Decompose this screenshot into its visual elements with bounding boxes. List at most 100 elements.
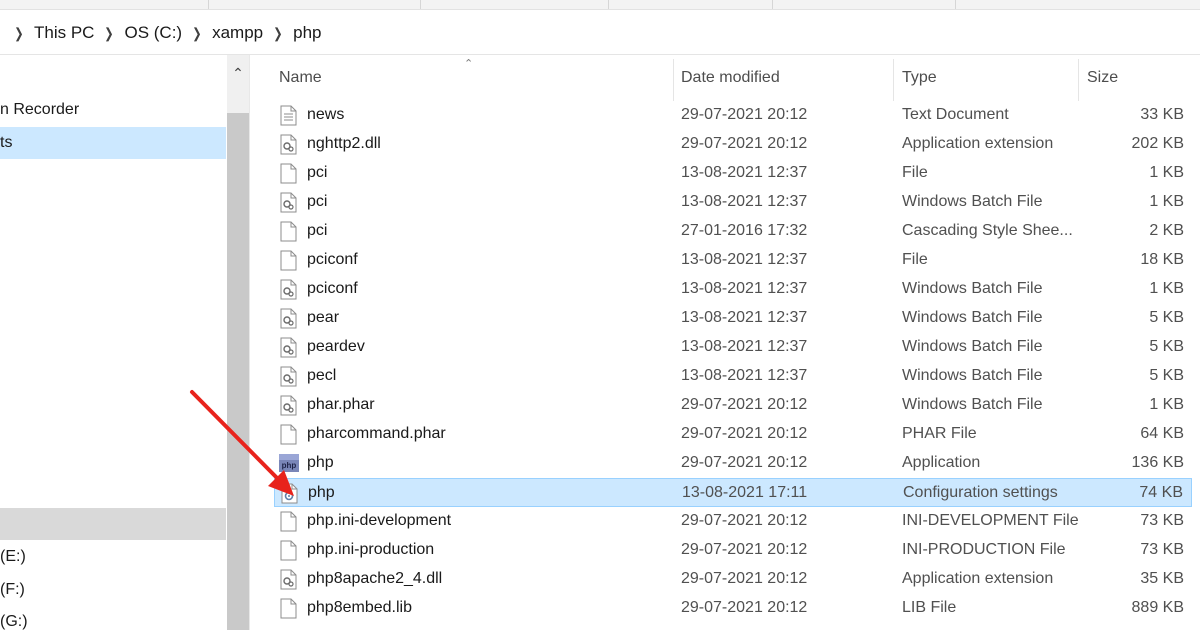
- nav-item-hovered[interactable]: [0, 508, 226, 540]
- file-row[interactable]: pci 27-01-2016 17:32 Cascading Style Shee.…: [274, 217, 1192, 246]
- blank-file-icon: [279, 163, 297, 184]
- file-type: Application extension: [902, 570, 1054, 587]
- blank-file-icon: [279, 250, 297, 271]
- file-row[interactable]: php.ini-production 29-07-2021 20:12 INI-PR…: [274, 536, 1192, 565]
- file-row[interactable]: news 29-07-2021 20:12 Text Document 33 KB: [274, 101, 1192, 130]
- file-name: pharcommand.phar: [307, 425, 446, 442]
- chevron-right-icon[interactable]: ❯: [10, 25, 28, 42]
- sort-ascending-icon: ⌃: [464, 58, 474, 70]
- file-date-modified: 29-07-2021 20:12: [681, 512, 808, 529]
- text-file-icon: [279, 105, 297, 126]
- batch-file-icon: [279, 366, 297, 387]
- file-type: Application extension: [902, 135, 1054, 152]
- file-size: 64 KB: [1140, 425, 1184, 442]
- file-size: 889 KB: [1131, 599, 1184, 616]
- tab-separator: [208, 0, 209, 9]
- nav-item-drive-e[interactable]: (E:): [0, 541, 226, 573]
- file-row[interactable]: pci 13-08-2021 12:37 File 1 KB: [274, 159, 1192, 188]
- file-row[interactable]: nghttp2.dll 29-07-2021 20:12 Application e…: [274, 130, 1192, 159]
- file-size: 35 KB: [1140, 570, 1184, 587]
- file-name: pci: [307, 164, 328, 181]
- file-size: 202 KB: [1131, 135, 1184, 152]
- column-header-date[interactable]: Date modified: [681, 69, 780, 87]
- file-size: 1 KB: [1149, 164, 1184, 181]
- file-type: Configuration settings: [903, 484, 1058, 501]
- file-name: php: [307, 454, 334, 471]
- file-name: php.ini-production: [307, 541, 435, 558]
- file-date-modified: 29-07-2021 20:12: [681, 396, 808, 413]
- file-size: 1 KB: [1149, 396, 1184, 413]
- file-name: nghttp2.dll: [307, 135, 381, 152]
- dll-file-icon: [279, 569, 297, 590]
- config-file-icon: [280, 483, 298, 504]
- scroll-up-icon[interactable]: ⌃: [227, 61, 249, 85]
- column-divider[interactable]: [893, 59, 894, 101]
- file-type: Windows Batch File: [902, 338, 1043, 355]
- file-row[interactable]: pear 13-08-2021 12:37 Windows Batch File 5 …: [274, 304, 1192, 333]
- file-row[interactable]: php php 29-07-2021 20:12 Application 136 KB: [274, 449, 1192, 478]
- breadcrumb: ❯ This PC ❯ OS (C:) ❯ xampp ❯ php: [8, 22, 325, 44]
- nav-item-drive-f[interactable]: (F:): [0, 574, 226, 606]
- file-type: File: [902, 164, 928, 181]
- file-row[interactable]: pecl 13-08-2021 12:37 Windows Batch File 5 …: [274, 362, 1192, 391]
- file-type: INI-DEVELOPMENT File: [902, 512, 1079, 529]
- nav-item-label: n Recorder: [0, 101, 80, 118]
- nav-item-recorder[interactable]: n Recorder: [0, 94, 226, 126]
- nav-scrollbar[interactable]: ⌃: [227, 55, 249, 630]
- file-name: pear: [307, 309, 340, 326]
- chevron-right-icon[interactable]: ❯: [269, 25, 287, 42]
- tab-separator: [420, 0, 421, 9]
- file-date-modified: 27-01-2016 17:32: [681, 222, 808, 239]
- file-row[interactable]: pci 13-08-2021 12:37 Windows Batch File 1 K…: [274, 188, 1192, 217]
- column-header-size[interactable]: Size: [1087, 69, 1118, 87]
- file-row[interactable]: pciconf 13-08-2021 12:37 Windows Batch Fil…: [274, 275, 1192, 304]
- nav-item-drive-g[interactable]: (G:): [0, 606, 226, 638]
- file-row[interactable]: pciconf 13-08-2021 12:37 File 18 KB: [274, 246, 1192, 275]
- file-size: 5 KB: [1149, 309, 1184, 326]
- dll-file-icon: [279, 134, 297, 155]
- file-row[interactable]: php.ini-development 29-07-2021 20:12 INI-D…: [274, 507, 1192, 536]
- file-size: 5 KB: [1149, 367, 1184, 384]
- file-row[interactable]: php8embed.lib 29-07-2021 20:12 LIB File 889…: [274, 594, 1192, 623]
- tab-separator: [955, 0, 956, 9]
- column-header-type[interactable]: Type: [902, 69, 937, 87]
- file-row[interactable]: peardev 13-08-2021 12:37 Windows Batch Fil…: [274, 333, 1192, 362]
- breadcrumb-os-c[interactable]: OS (C:): [120, 23, 186, 43]
- file-type: Windows Batch File: [902, 396, 1043, 413]
- column-divider[interactable]: [673, 59, 674, 101]
- column-header-name[interactable]: Name: [279, 69, 322, 87]
- file-date-modified: 29-07-2021 20:12: [681, 454, 808, 471]
- blank-file-icon: [279, 598, 297, 619]
- file-row[interactable]: php8apache2_4.dll 29-07-2021 20:12 Applica…: [274, 565, 1192, 594]
- tab-strip: [0, 0, 1200, 10]
- file-size: 73 KB: [1140, 541, 1184, 558]
- file-name: php8apache2_4.dll: [307, 570, 443, 587]
- file-date-modified: 29-07-2021 20:12: [681, 599, 808, 616]
- file-row[interactable]: pharcommand.phar 29-07-2021 20:12 PHAR Fil…: [274, 420, 1192, 449]
- breadcrumb-xampp[interactable]: xampp: [208, 23, 267, 43]
- file-date-modified: 13-08-2021 12:37: [681, 251, 808, 268]
- breadcrumb-this-pc[interactable]: This PC: [30, 23, 98, 43]
- file-row[interactable]: phar.phar 29-07-2021 20:12 Windows Batch F…: [274, 391, 1192, 420]
- file-size: 1 KB: [1149, 280, 1184, 297]
- address-bar[interactable]: ❯ This PC ❯ OS (C:) ❯ xampp ❯ php: [0, 10, 1200, 55]
- file-size: 74 KB: [1139, 484, 1183, 501]
- nav-item-label: (F:): [0, 581, 25, 598]
- file-size: 73 KB: [1140, 512, 1184, 529]
- file-date-modified: 13-08-2021 17:11: [682, 484, 808, 501]
- column-divider[interactable]: [1078, 59, 1079, 101]
- file-size: 2 KB: [1149, 222, 1184, 239]
- breadcrumb-php[interactable]: php: [289, 23, 325, 43]
- tab-separator: [608, 0, 609, 9]
- file-size: 18 KB: [1140, 251, 1184, 268]
- file-date-modified: 29-07-2021 20:12: [681, 135, 808, 152]
- scrollbar-thumb[interactable]: [227, 113, 249, 630]
- nav-item-selected[interactable]: ts: [0, 127, 226, 159]
- file-type: Windows Batch File: [902, 367, 1043, 384]
- file-size: 136 KB: [1131, 454, 1184, 471]
- chevron-right-icon[interactable]: ❯: [188, 25, 206, 42]
- file-row[interactable]: php 13-08-2021 17:11 Configuration setting…: [274, 478, 1192, 507]
- chevron-right-icon[interactable]: ❯: [101, 25, 119, 42]
- file-name: php8embed.lib: [307, 599, 412, 616]
- file-date-modified: 13-08-2021 12:37: [681, 193, 808, 210]
